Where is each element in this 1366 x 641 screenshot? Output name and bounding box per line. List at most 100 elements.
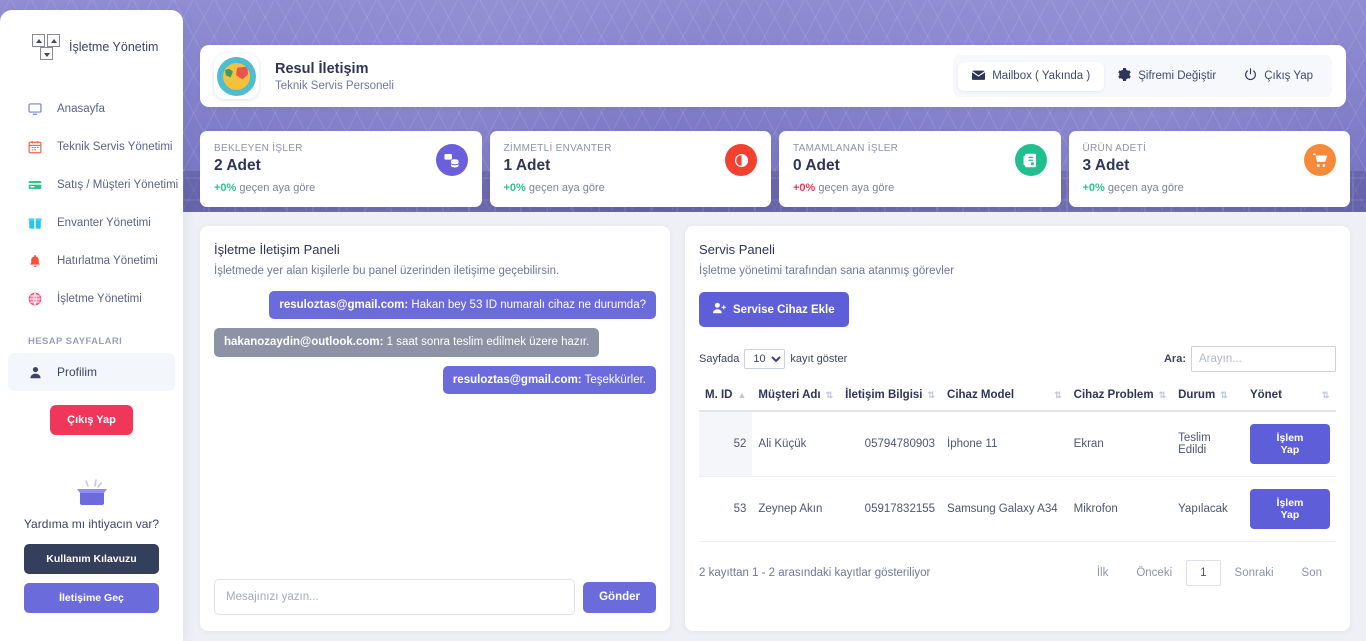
stat-card-zimmetli-envanter[interactable]: ZİMMETLİ ENVANTER 1 Adet +0% geçen aya g… [489,131,771,207]
pagination-prev[interactable]: Önceki [1122,561,1186,585]
service-panel: Servis Paneli İşletme yönetimi tarafında… [685,226,1350,631]
sort-icon: ⇅ [1321,390,1330,400]
search-wrap: Ara: [1164,346,1336,372]
chat-bubble: resuloztas@gmail.com: Teşekkürler. [442,365,656,395]
monitor-icon [28,102,42,116]
chat-input-row: Gönder [214,579,656,615]
avatar-globe-icon [217,56,256,96]
stat-card-bekleyen-isler[interactable]: BEKLEYEN İŞLER 2 Adet +0% geçen aya göre [200,131,482,207]
chat-panel-subtitle: İşletmede yer alan kişilerle bu panel üz… [214,265,560,277]
cell-model: İphone 11 [941,411,1068,477]
mail-icon [972,70,986,83]
app-logo-icon [32,34,60,60]
sort-icon: ⇅ [825,390,834,400]
send-message-button[interactable]: Gönder [583,581,656,613]
sidebar-item-anasayfa[interactable]: Anasayfa [0,90,183,128]
islem-yap-button[interactable]: İşlem Yap [1249,489,1330,529]
chat-text: 1 saat sonra teslim edilmek üzere hazır. [383,336,590,349]
stat-sub: +0% geçen aya göre [793,182,1047,194]
stat-value: 0 Adet [793,157,840,174]
th-label: Cihaz Model [947,389,1015,401]
avatar [214,53,259,99]
stat-sub-label: geçen aya göre [1107,182,1184,194]
sidebar-logout-button[interactable]: Çıkış Yap [50,405,133,435]
chat-panel-title: İşletme İletişim Paneli [214,242,340,257]
stat-label: ZİMMETLİ ENVANTER [503,143,612,154]
th-label: Durum [1178,389,1216,401]
pagination-first[interactable]: İlk [1083,561,1123,585]
pagination-last[interactable]: Son [1288,561,1336,585]
stat-value: 2 Adet [214,157,261,174]
cell-id: 52 [699,411,753,477]
chat-text: Hakan bey 53 ID numaralı cihaz ne durumd… [408,299,646,311]
length-suffix-label: kayıt göster [790,353,848,365]
table-body: 52 Ali Küçük 05794780903 İphone 11 Ekran… [699,411,1336,542]
logout-label: Çıkış Yap [1264,70,1313,82]
change-password-button[interactable]: Şifremi Değiştir [1104,60,1230,92]
stat-delta: +0% [793,182,816,194]
table-head: M. ID ▲ Müşteri Adı ⇅ İletişim Bilgisi ⇅ Ci… [699,383,1336,412]
th-durum[interactable]: Durum ⇅ [1172,383,1244,412]
sidebar-logout-wrap: Çıkış Yap [0,405,183,435]
logout-button[interactable]: Çıkış Yap [1230,60,1327,92]
th-cihaz-model[interactable]: Cihaz Model ⇅ [941,383,1068,412]
th-iletisim-bilgisi[interactable]: İletişim Bilgisi ⇅ [839,383,942,412]
record-info: 2 kayıttan 1 - 2 arasındaki kayıtlar gös… [699,567,931,579]
search-input[interactable] [1191,346,1336,372]
th-m-id[interactable]: M. ID ▲ [699,383,753,412]
chat-sender: resuloztas@gmail.com: [279,299,409,311]
sidebar-item-envanter-yonetimi[interactable]: Envanter Yönetimi [0,204,183,242]
chat-sender: hakanozaydin@outlook.com: [224,336,384,349]
sidebar-item-label: Envanter Yönetimi [57,217,151,229]
stat-cards: BEKLEYEN İŞLER 2 Adet +0% geçen aya göre… [200,131,1350,207]
cell-action: İşlem Yap [1243,476,1336,542]
th-musteri-adi[interactable]: Müşteri Adı ⇅ [752,383,840,412]
bell-icon [28,254,42,268]
stat-label: ÜRÜN ADETİ [1082,143,1147,154]
chat-message: resuloztas@gmail.com: Teşekkürler. [214,365,656,395]
brand[interactable]: İşletme Yönetim [0,26,183,64]
stat-card-urun-adeti[interactable]: ÜRÜN ADETİ 3 Adet +0% geçen aya göre [1068,131,1350,207]
sidebar-item-hatirlatma-yonetimi[interactable]: Hatırlatma Yönetimi [0,242,183,280]
pagination-next[interactable]: Sonraki [1221,561,1288,585]
pagination-page-1[interactable]: 1 [1186,560,1221,586]
sort-icon: ⇅ [1220,390,1228,400]
add-device-label: Servise Cihaz Ekle [733,303,835,316]
islem-yap-button[interactable]: İşlem Yap [1249,424,1330,464]
stat-card-tamamlanan-isler[interactable]: TAMAMLANAN İŞLER 0 Adet +0% geçen aya gö… [779,131,1061,207]
chat-bubble: hakanozaydin@outlook.com: 1 saat sonra t… [214,328,600,357]
cart-icon [1304,144,1336,176]
cell-status: Yapılacak [1172,476,1244,542]
sidebar-item-teknik-servis-yonetimi[interactable]: Teknik Servis Yönetimi [0,128,183,166]
stat-sub: +0% geçen aya göre [504,182,758,194]
stat-sub-label: geçen aya göre [818,182,895,194]
add-device-button[interactable]: Servise Cihaz Ekle [699,292,849,327]
sidebar-item-label: Anasayfa [57,103,105,115]
cell-problem: Mikrofon [1067,476,1173,542]
th-yonet[interactable]: Yönet ⇅ [1243,383,1336,412]
chat-message: hakanozaydin@outlook.com: 1 saat sonra t… [214,328,656,357]
message-input[interactable] [214,579,576,615]
sort-asc-icon: ▲ [737,390,747,400]
sidebar-section-title: HESAP SAYFALARI [28,336,123,347]
power-icon [1244,68,1257,84]
sidebar-item-isletme-yonetimi[interactable]: İşletme Yönetimi [0,280,183,318]
stat-sub: +0% geçen aya göre [1083,182,1337,194]
th-cihaz-problem[interactable]: Cihaz Problem ⇅ [1067,383,1173,412]
page-length-select[interactable]: 10 [744,349,786,369]
mailbox-button[interactable]: Mailbox ( Yakında ) [958,61,1105,91]
brand-label: İşletme Yönetim [69,40,159,54]
stat-label: BEKLEYEN İŞLER [214,143,303,154]
stat-sub: +0% geçen aya göre [214,182,468,194]
table-row[interactable]: 53 Zeynep Akın 05917832155 Samsung Galax… [699,476,1336,542]
cell-model: Samsung Galaxy A34 [941,476,1068,542]
table-row[interactable]: 52 Ali Küçük 05794780903 İphone 11 Ekran… [699,411,1336,477]
kullanim-kilavuzu-button[interactable]: Kullanım Kılavuzu [24,544,159,575]
cell-action: İşlem Yap [1243,411,1336,477]
iletisime-gec-button[interactable]: İletişime Geç [24,583,159,614]
service-table: M. ID ▲ Müşteri Adı ⇅ İletişim Bilgisi ⇅ Ci… [699,383,1336,542]
sidebar-item-satis-musteri-yonetimi[interactable]: Satış / Müşteri Yönetimi [0,166,183,204]
sidebar-item-profilim[interactable]: Profilim [8,353,175,391]
table-header-row: M. ID ▲ Müşteri Adı ⇅ İletişim Bilgisi ⇅ Ci… [699,383,1336,412]
search-label: Ara: [1163,353,1186,365]
